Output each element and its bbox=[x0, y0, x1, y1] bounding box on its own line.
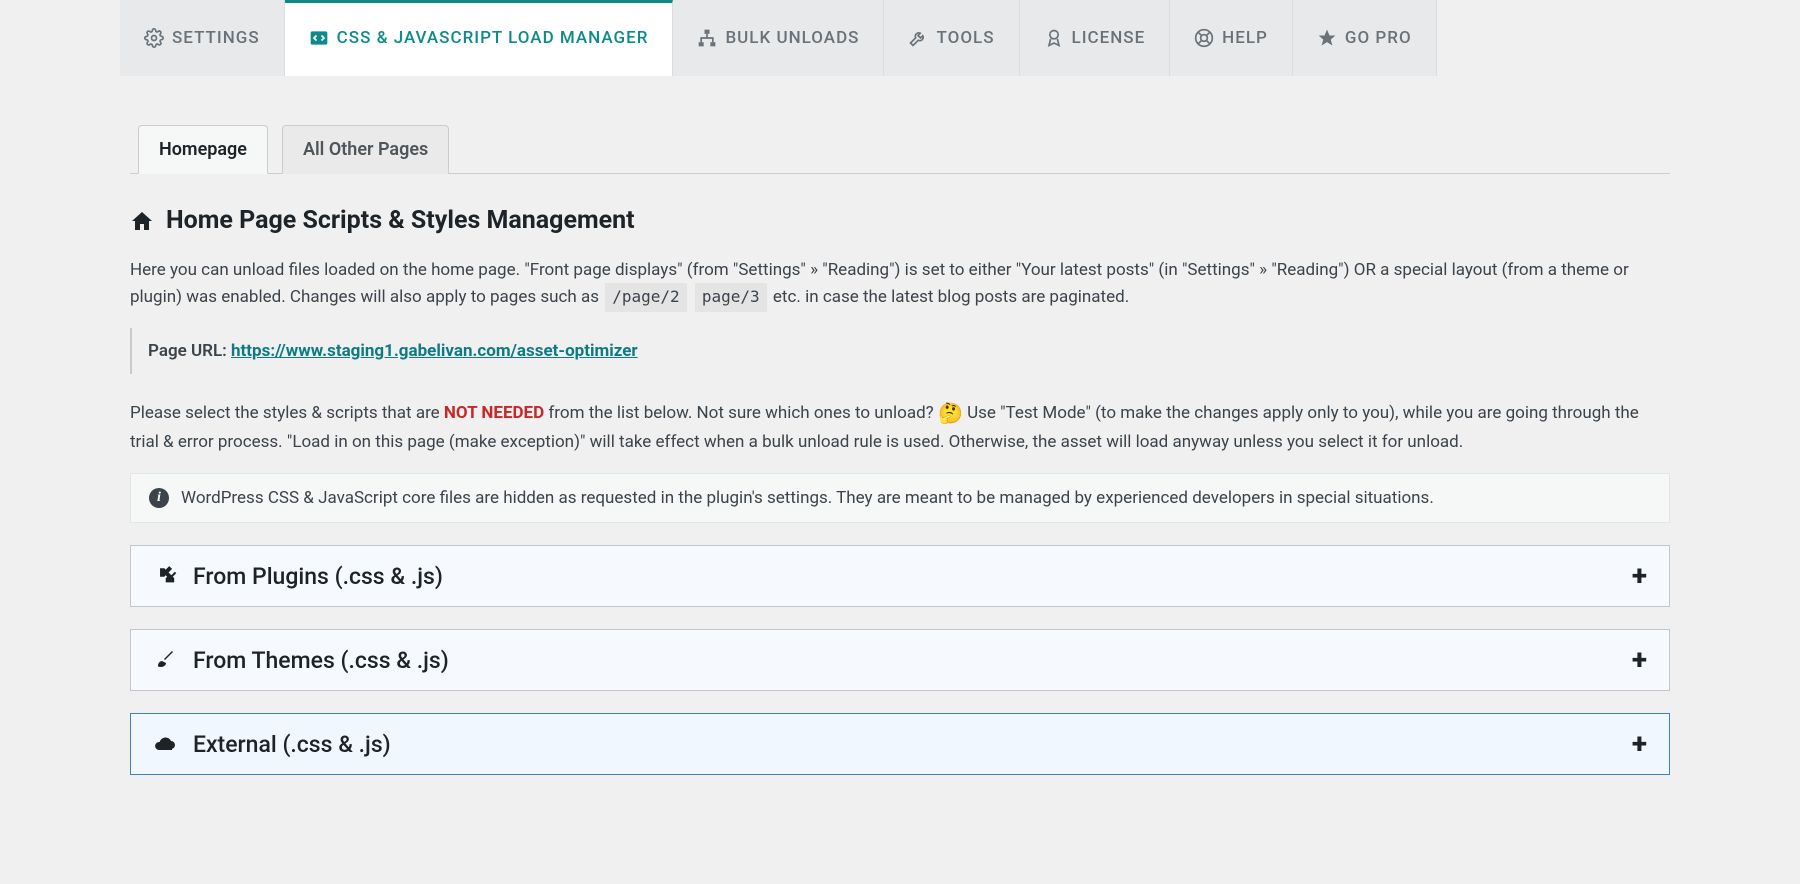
tab-label: CSS & JAVASCRIPT LOAD MANAGER bbox=[337, 28, 649, 48]
thinking-emoji: 🤔 bbox=[938, 401, 963, 425]
wrench-icon bbox=[908, 28, 928, 48]
plus-icon: + bbox=[1632, 646, 1647, 674]
subtab-all-other-pages[interactable]: All Other Pages bbox=[282, 125, 449, 174]
tab-label: LICENSE bbox=[1072, 28, 1146, 48]
tab-label: SETTINGS bbox=[172, 28, 260, 48]
main-tabs: SETTINGS CSS & JAVASCRIPT LOAD MANAGER B… bbox=[120, 0, 1680, 76]
home-icon bbox=[130, 209, 154, 233]
tab-label: BULK UNLOADS bbox=[725, 28, 859, 48]
page-url-link[interactable]: https://www.staging1.gabelivan.com/asset… bbox=[231, 341, 638, 361]
tab-help[interactable]: HELP bbox=[1170, 0, 1293, 76]
select-paragraph: Please select the styles & scripts that … bbox=[130, 398, 1670, 455]
accordion-title: From Plugins (.css & .js) bbox=[193, 563, 443, 590]
code-icon bbox=[309, 28, 329, 48]
code-pill: page/3 bbox=[695, 283, 767, 312]
plus-icon: + bbox=[1632, 730, 1647, 758]
tab-label: HELP bbox=[1222, 28, 1268, 48]
sub-tabs: Homepage All Other Pages bbox=[130, 124, 1670, 174]
accordion-themes[interactable]: From Themes (.css & .js) + bbox=[130, 629, 1670, 691]
tab-tools[interactable]: TOOLS bbox=[884, 0, 1019, 76]
brush-icon bbox=[153, 648, 177, 672]
cloud-icon bbox=[153, 732, 177, 756]
info-icon: i bbox=[149, 488, 169, 508]
page-url-box: Page URL: https://www.staging1.gabelivan… bbox=[130, 328, 1670, 374]
heading-text: Home Page Scripts & Styles Management bbox=[166, 206, 635, 235]
info-notice: i WordPress CSS & JavaScript core files … bbox=[130, 473, 1670, 523]
plus-icon: + bbox=[1632, 562, 1647, 590]
info-text: WordPress CSS & JavaScript core files ar… bbox=[181, 488, 1434, 508]
page-heading: Home Page Scripts & Styles Management bbox=[130, 206, 1670, 235]
content-panel: Homepage All Other Pages Home Page Scrip… bbox=[120, 76, 1680, 819]
tab-bulk-unloads[interactable]: BULK UNLOADS bbox=[673, 0, 884, 76]
url-label: Page URL: bbox=[148, 341, 231, 361]
tab-settings[interactable]: SETTINGS bbox=[120, 0, 285, 76]
accordion-plugins[interactable]: From Plugins (.css & .js) + bbox=[130, 545, 1670, 607]
accordion-title: External (.css & .js) bbox=[193, 731, 391, 758]
code-pill: /page/2 bbox=[605, 283, 686, 312]
tab-css-js-manager[interactable]: CSS & JAVASCRIPT LOAD MANAGER bbox=[285, 0, 674, 76]
accordion-list: From Plugins (.css & .js) + From Themes … bbox=[130, 545, 1670, 775]
accordion-external[interactable]: External (.css & .js) + bbox=[130, 713, 1670, 775]
not-needed-emphasis: NOT NEEDED bbox=[444, 403, 544, 423]
tab-label: TOOLS bbox=[936, 28, 994, 48]
accordion-title: From Themes (.css & .js) bbox=[193, 647, 449, 674]
tab-label: GO PRO bbox=[1345, 28, 1412, 48]
sitemap-icon bbox=[697, 28, 717, 48]
subtab-homepage[interactable]: Homepage bbox=[138, 125, 268, 174]
tab-go-pro[interactable]: GO PRO bbox=[1293, 0, 1437, 76]
star-icon bbox=[1317, 28, 1337, 48]
award-icon bbox=[1044, 28, 1064, 48]
gear-icon bbox=[144, 28, 164, 48]
tab-license[interactable]: LICENSE bbox=[1020, 0, 1171, 76]
plug-icon bbox=[153, 564, 177, 588]
intro-paragraph: Here you can unload files loaded on the … bbox=[130, 257, 1670, 312]
help-icon bbox=[1194, 28, 1214, 48]
